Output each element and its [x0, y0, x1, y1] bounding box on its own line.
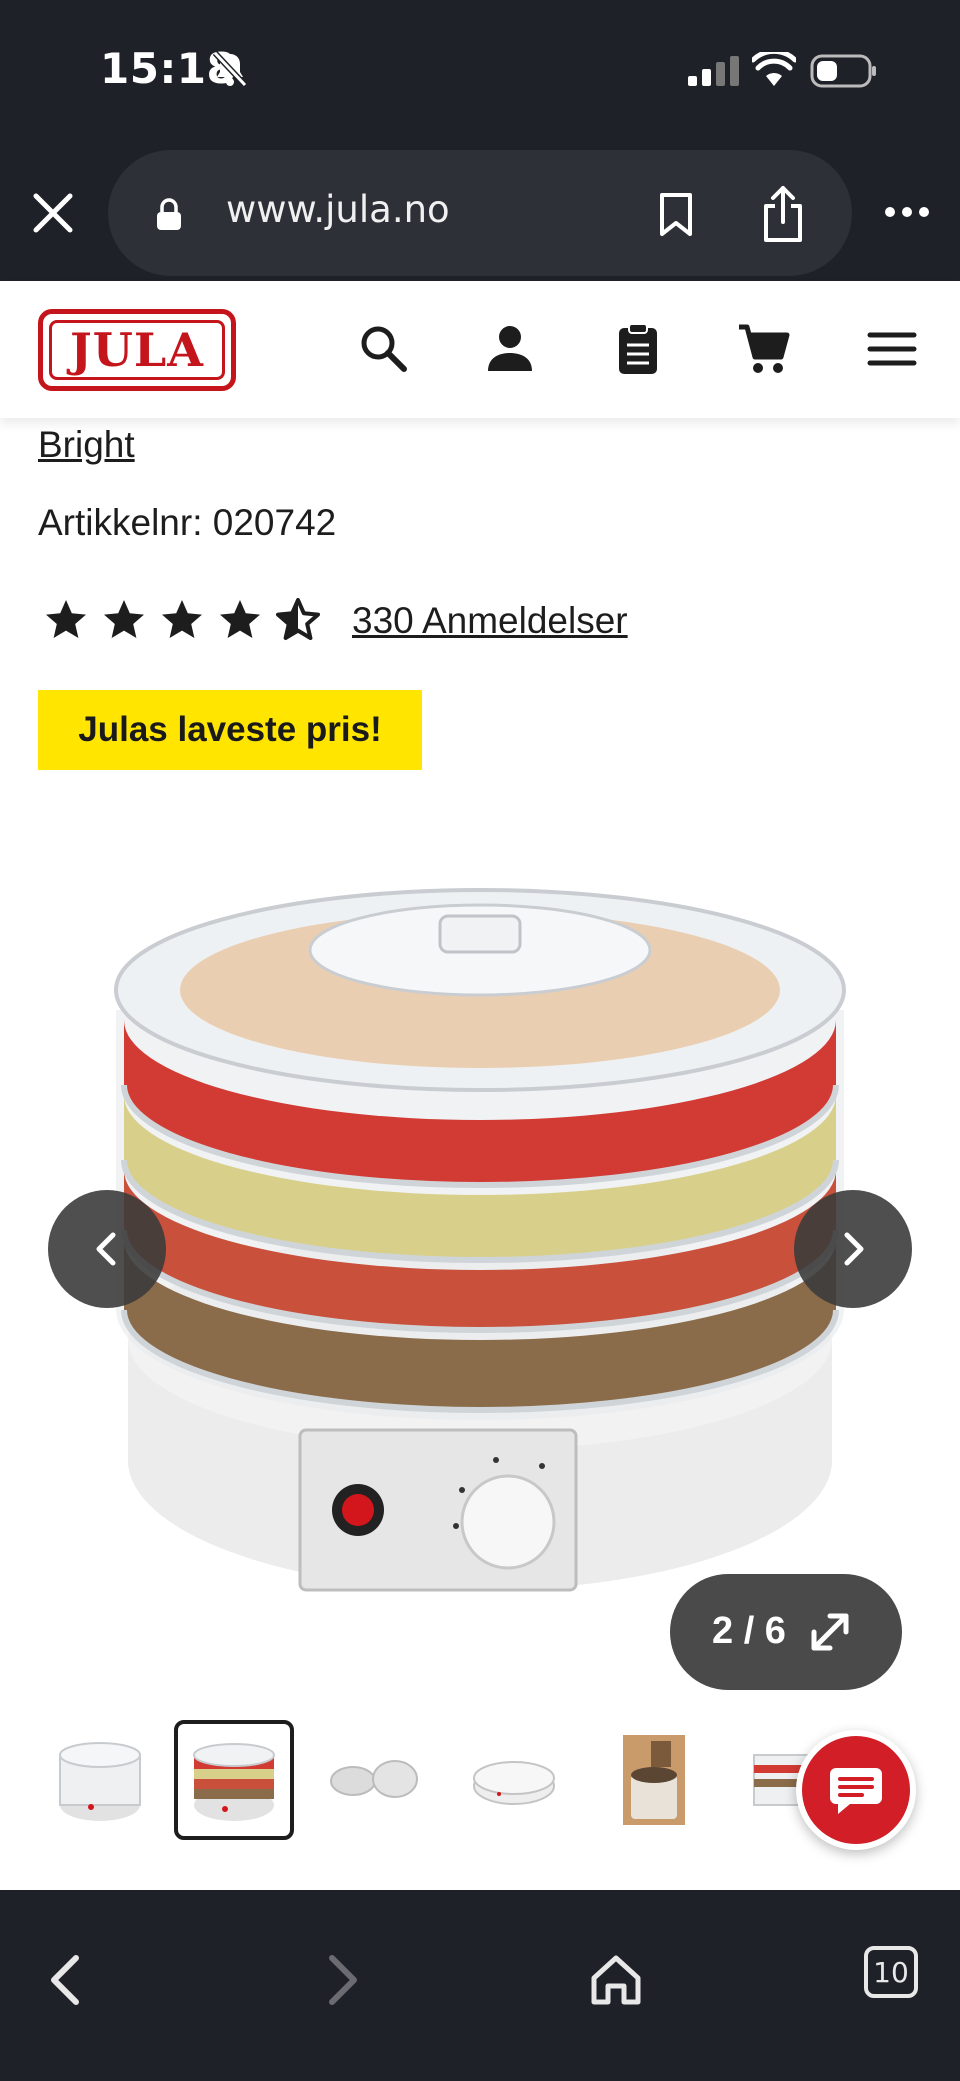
thumbnail-image	[59, 1742, 141, 1821]
chevron-left-icon	[96, 1232, 116, 1266]
star-half-icon	[276, 598, 320, 640]
menu-icon[interactable]	[864, 321, 920, 377]
back-icon[interactable]	[40, 1952, 96, 2008]
gallery-prev-button[interactable]	[48, 1190, 166, 1308]
forward-icon[interactable]	[312, 1952, 368, 2008]
chevron-right-icon	[844, 1232, 864, 1266]
status-bar: 15:18	[0, 0, 960, 140]
logo-frame: JULA	[49, 320, 225, 380]
tabs-count: 10	[873, 1955, 909, 1989]
browser-toolbar: 10	[0, 1890, 960, 2081]
url-text: www.jula.no	[226, 188, 450, 231]
article-number: Artikkelnr: 020742	[38, 502, 337, 543]
search-icon[interactable]	[356, 321, 412, 377]
jula-logo[interactable]: JULA	[38, 309, 236, 391]
thumbnail-strip	[40, 1720, 920, 1842]
gallery-counter-text: 2 / 6	[712, 1610, 786, 1652]
cart-icon[interactable]	[736, 321, 792, 377]
gallery-next-button[interactable]	[794, 1190, 912, 1308]
account-icon[interactable]	[482, 321, 538, 377]
site-header: JULA	[0, 281, 960, 418]
thumbnail-image	[473, 1761, 555, 1805]
star-full-icon	[104, 600, 144, 638]
thumbnail-1[interactable]	[40, 1720, 160, 1840]
thumbnail-3[interactable]	[314, 1720, 434, 1840]
close-icon[interactable]	[30, 190, 76, 236]
thumbnail-4[interactable]	[454, 1720, 574, 1840]
more-icon[interactable]	[884, 206, 930, 218]
address-bar[interactable]: www.jula.no	[108, 150, 852, 276]
gallery-counter[interactable]: 2 / 6	[670, 1574, 902, 1690]
promo-badge-text: Julas laveste pris!	[78, 710, 382, 749]
brand-link[interactable]: Bright	[38, 424, 135, 466]
wifi-icon	[752, 52, 796, 86]
tabs-button[interactable]: 10	[864, 1946, 918, 1998]
logo-text: JULA	[70, 323, 204, 377]
shopping-list-icon[interactable]	[610, 321, 666, 377]
share-icon[interactable]	[760, 184, 806, 244]
chat-bubble-icon	[830, 1768, 882, 1814]
chat-button[interactable]	[796, 1730, 916, 1850]
product-image[interactable]	[110, 870, 850, 1630]
thumbnail-image	[193, 1743, 275, 1821]
bookmark-icon[interactable]	[658, 192, 694, 238]
star-full-icon	[162, 600, 202, 638]
bell-off-icon	[212, 50, 248, 88]
expand-icon	[811, 1613, 849, 1651]
browser-url-row: www.jula.no	[0, 140, 960, 281]
thumbnail-image	[330, 1760, 418, 1798]
thumbnail-2[interactable]	[174, 1720, 294, 1840]
battery-icon	[810, 54, 876, 88]
rating-stars	[42, 596, 322, 648]
promo-badge: Julas laveste pris!	[38, 690, 422, 770]
star-full-icon	[220, 600, 260, 638]
thumbnail-5[interactable]	[594, 1720, 714, 1840]
home-icon[interactable]	[588, 1952, 644, 2008]
reviews-link[interactable]: 330 Anmeldelser	[352, 600, 628, 642]
star-full-icon	[46, 600, 86, 638]
thumbnail-image	[623, 1735, 685, 1825]
cellular-signal-icon	[688, 56, 739, 86]
lock-icon	[157, 198, 181, 230]
